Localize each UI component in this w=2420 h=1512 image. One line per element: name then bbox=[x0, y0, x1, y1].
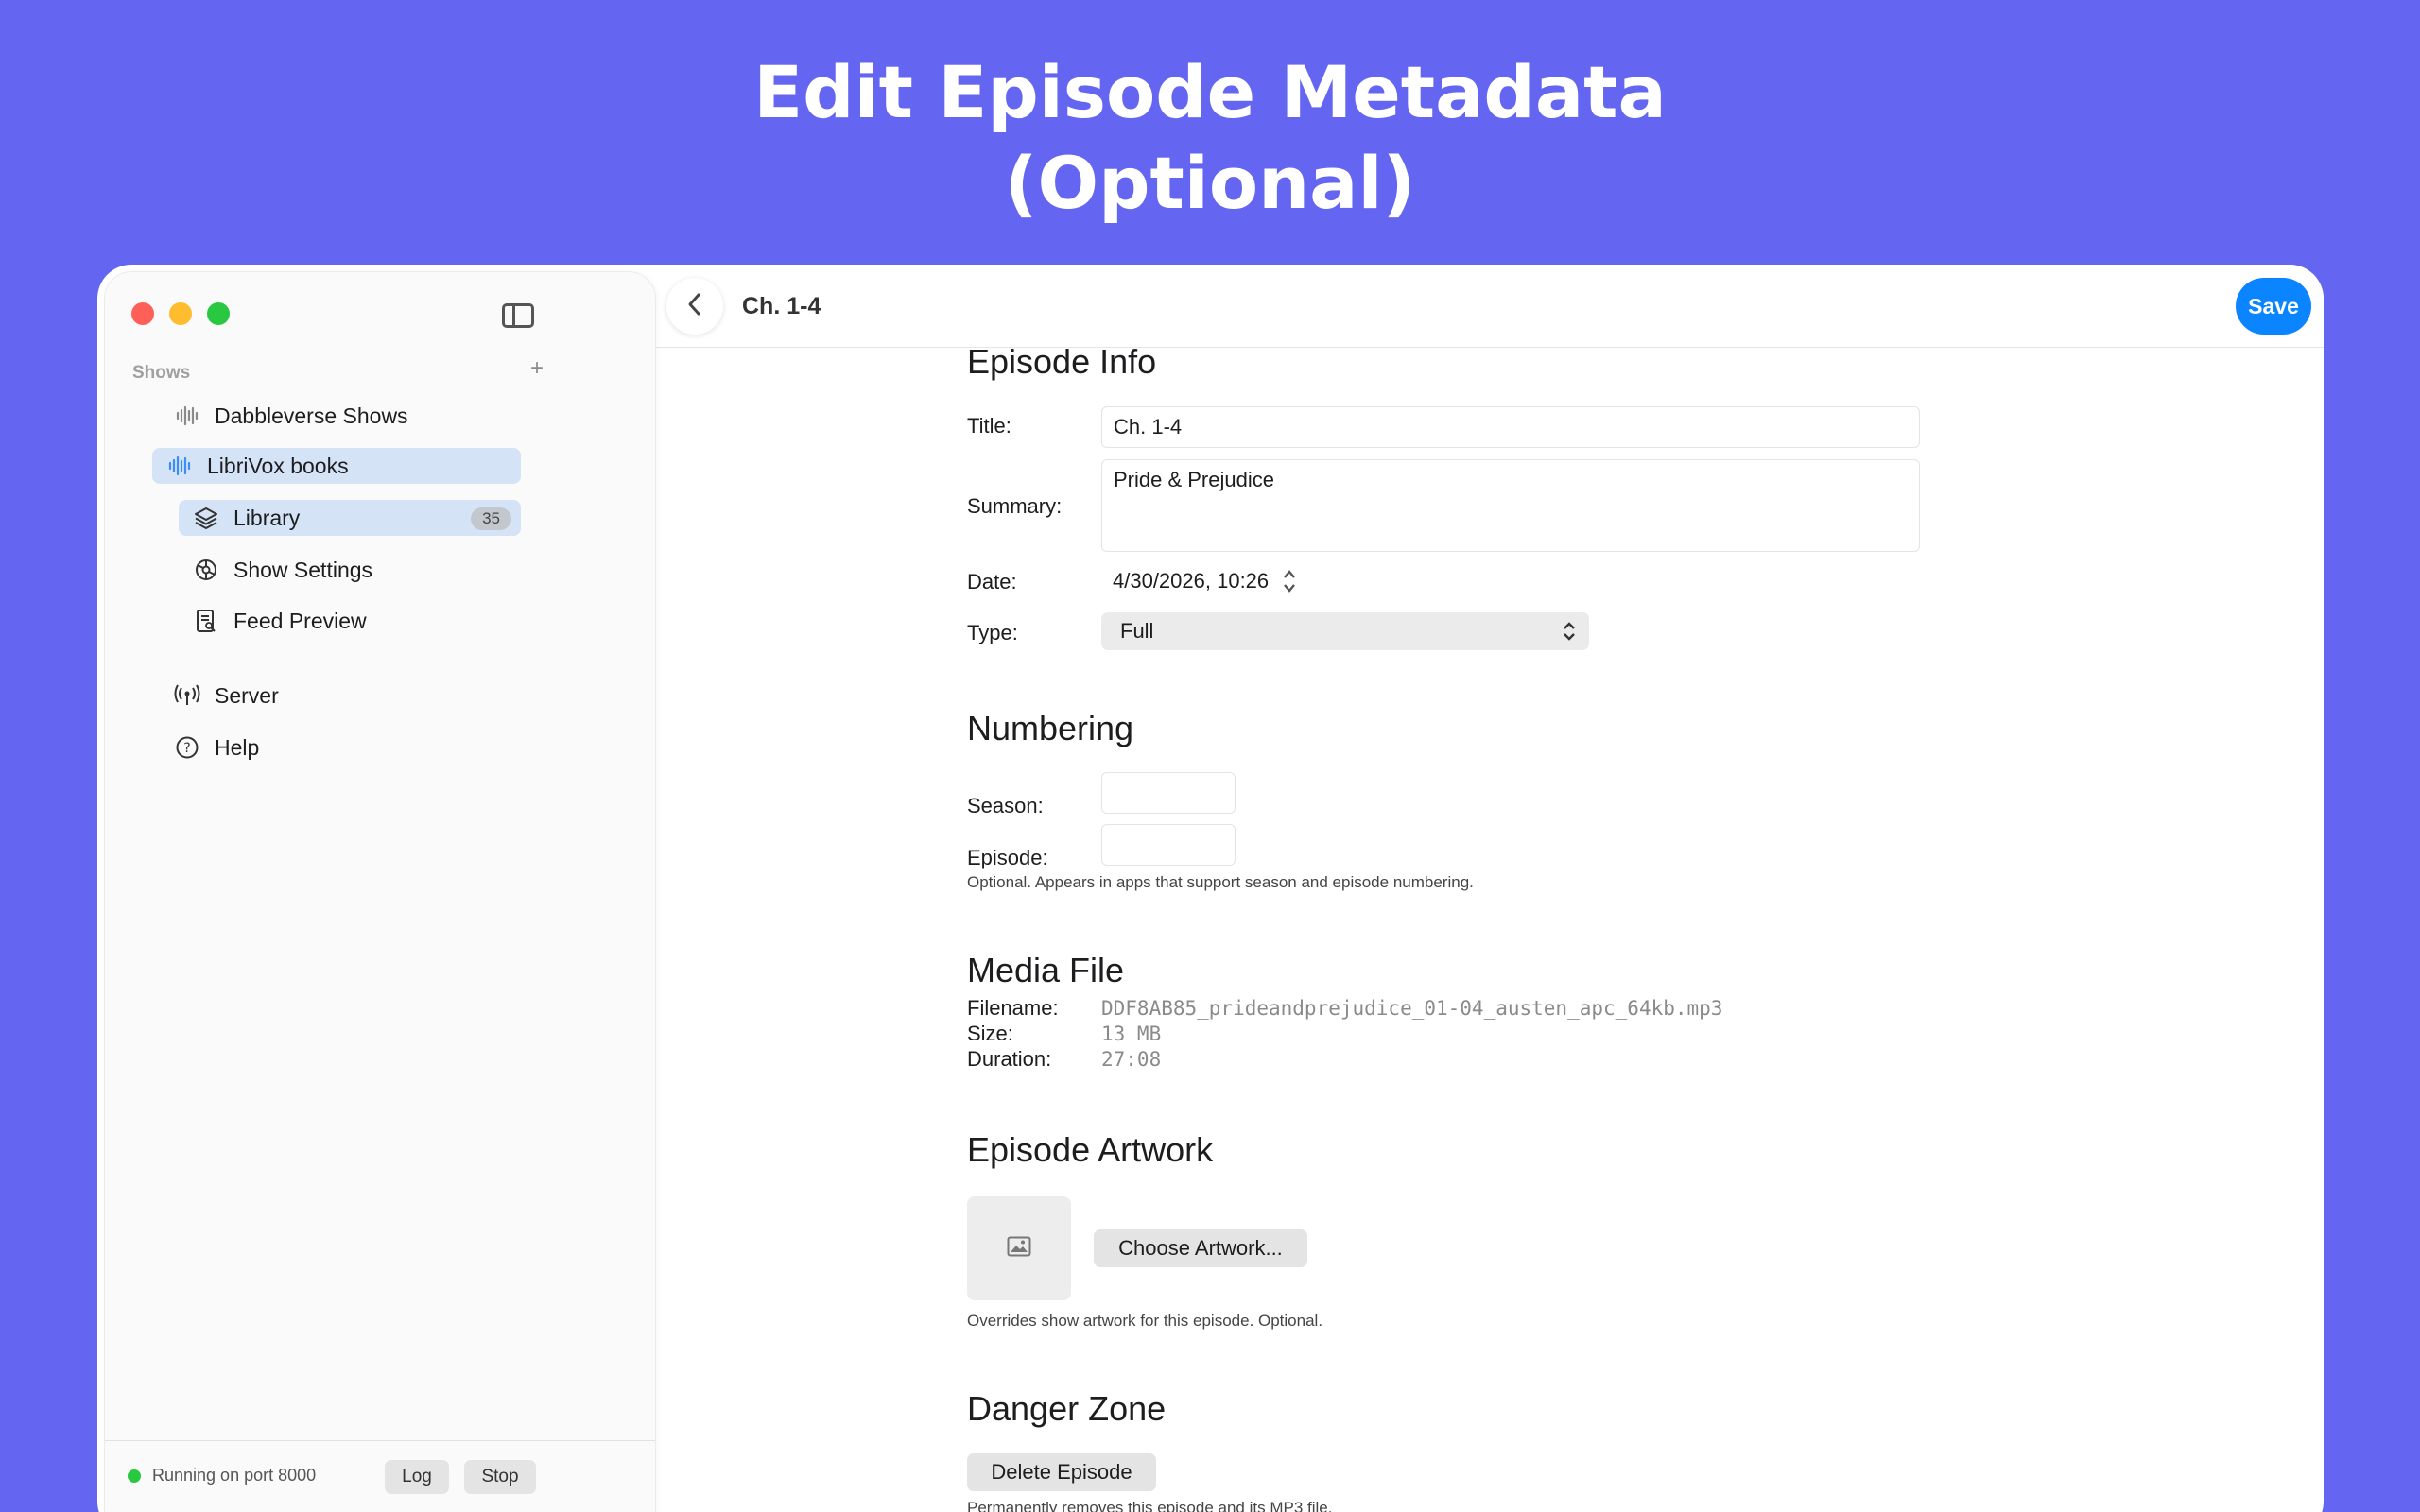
svg-text:?: ? bbox=[183, 741, 190, 756]
headline: Edit Episode Metadata (Optional) bbox=[0, 47, 2420, 229]
zoom-window-button[interactable] bbox=[207, 302, 230, 325]
sidebar-item-dabbleverse-shows[interactable]: Dabbleverse Shows bbox=[156, 398, 553, 434]
date-picker[interactable]: 4/30/2026, 10:26 bbox=[1101, 561, 1308, 601]
danger-hint: Permanently removes this episode and its… bbox=[967, 1499, 1333, 1512]
library-count-badge: 35 bbox=[471, 507, 511, 530]
sidebar-item-feed-preview[interactable]: Feed Preview bbox=[179, 603, 521, 639]
image-icon bbox=[1007, 1236, 1031, 1262]
duration-value: 27:08 bbox=[1101, 1048, 1162, 1071]
sidebar-item-server[interactable]: Server bbox=[162, 678, 521, 713]
episode-number-input[interactable] bbox=[1101, 824, 1236, 866]
toolbar: Ch. 1-4 Save bbox=[655, 265, 2324, 348]
sidebar-item-library[interactable]: Library 35 bbox=[179, 500, 521, 536]
artwork-placeholder bbox=[967, 1196, 1071, 1300]
sidebar-item-show-settings[interactable]: Show Settings bbox=[179, 552, 521, 588]
save-button[interactable]: Save bbox=[2236, 278, 2311, 335]
duration-label: Duration: bbox=[967, 1047, 1052, 1071]
type-select[interactable]: Full bbox=[1101, 612, 1589, 650]
episode-info-heading: Episode Info bbox=[967, 342, 1157, 381]
add-show-button[interactable]: + bbox=[530, 355, 544, 382]
stack-icon bbox=[192, 504, 220, 532]
waveform-icon bbox=[165, 452, 194, 480]
headline-line-1: Edit Episode Metadata bbox=[753, 50, 1667, 134]
size-label: Size: bbox=[967, 1022, 1013, 1045]
sidebar: Shows + Dabbleverse Shows LibriVox books… bbox=[105, 272, 655, 1512]
episode-number-label: Episode: bbox=[967, 846, 1048, 869]
stop-button[interactable]: Stop bbox=[464, 1460, 536, 1494]
artwork-hint: Overrides show artwork for this episode.… bbox=[967, 1312, 1323, 1330]
summary-text: Pride & Prejudice bbox=[1114, 468, 1274, 491]
stepper-icon[interactable] bbox=[1282, 567, 1297, 595]
season-label: Season: bbox=[967, 794, 1044, 817]
filename-label: Filename: bbox=[967, 996, 1059, 1020]
sidebar-footer: Running on port 8000 Log Stop bbox=[105, 1440, 655, 1497]
filename-value: DDF8AB85_prideandprejudice_01-04_austen_… bbox=[1101, 997, 1723, 1020]
headline-line-2: (Optional) bbox=[1004, 141, 1416, 225]
choose-artwork-button[interactable]: Choose Artwork... bbox=[1094, 1229, 1307, 1267]
numbering-heading: Numbering bbox=[967, 709, 1134, 747]
sidebar-item-label: Server bbox=[215, 682, 279, 708]
sidebar-item-help[interactable]: ? Help bbox=[162, 730, 521, 765]
season-input[interactable] bbox=[1101, 772, 1236, 814]
minimize-window-button[interactable] bbox=[169, 302, 192, 325]
sidebar-item-label: Show Settings bbox=[233, 557, 373, 582]
summary-textarea[interactable]: Pride & Prejudice bbox=[1101, 459, 1920, 552]
sidebar-item-librivox-books[interactable]: LibriVox books bbox=[152, 448, 521, 484]
title-label: Title: bbox=[967, 414, 1011, 438]
date-label: Date: bbox=[967, 570, 1017, 593]
sidebar-item-label: Library bbox=[233, 505, 301, 530]
media-file-heading: Media File bbox=[967, 951, 1125, 989]
gear-icon bbox=[192, 556, 220, 584]
sidebar-toggle-icon[interactable] bbox=[502, 303, 534, 328]
close-window-button[interactable] bbox=[131, 302, 154, 325]
numbering-hint: Optional. Appears in apps that support s… bbox=[967, 873, 1474, 891]
summary-label: Summary: bbox=[967, 494, 1063, 518]
server-status-text: Running on port 8000 bbox=[152, 1466, 317, 1485]
sidebar-item-label: LibriVox books bbox=[207, 453, 349, 478]
sidebar-item-label: Help bbox=[215, 734, 260, 760]
title-input[interactable] bbox=[1101, 406, 1920, 448]
date-value: 4/30/2026, 10:26 bbox=[1113, 569, 1270, 593]
chevron-updown-icon bbox=[1563, 620, 1576, 648]
log-button[interactable]: Log bbox=[385, 1460, 449, 1494]
sidebar-item-label: Feed Preview bbox=[233, 608, 367, 633]
type-value: Full bbox=[1120, 619, 1154, 643]
toolbar-title: Ch. 1-4 bbox=[742, 293, 821, 319]
antenna-icon bbox=[173, 681, 201, 710]
back-button[interactable] bbox=[666, 278, 723, 335]
artwork-heading: Episode Artwork bbox=[967, 1130, 1214, 1169]
chevron-left-icon bbox=[687, 292, 702, 321]
shows-section-header: Shows bbox=[132, 363, 191, 383]
sidebar-item-label: Dabbleverse Shows bbox=[215, 403, 408, 428]
waveform-icon bbox=[173, 402, 201, 430]
type-label: Type: bbox=[967, 621, 1018, 644]
server-status-dot bbox=[128, 1469, 141, 1483]
delete-episode-button[interactable]: Delete Episode bbox=[967, 1453, 1156, 1491]
size-value: 13 MB bbox=[1101, 1022, 1162, 1045]
document-icon bbox=[192, 607, 220, 635]
question-icon: ? bbox=[173, 733, 201, 762]
danger-zone-heading: Danger Zone bbox=[967, 1389, 1167, 1428]
app-window: Episode Info Title: Summary: Pride & Pre… bbox=[97, 265, 2324, 1512]
